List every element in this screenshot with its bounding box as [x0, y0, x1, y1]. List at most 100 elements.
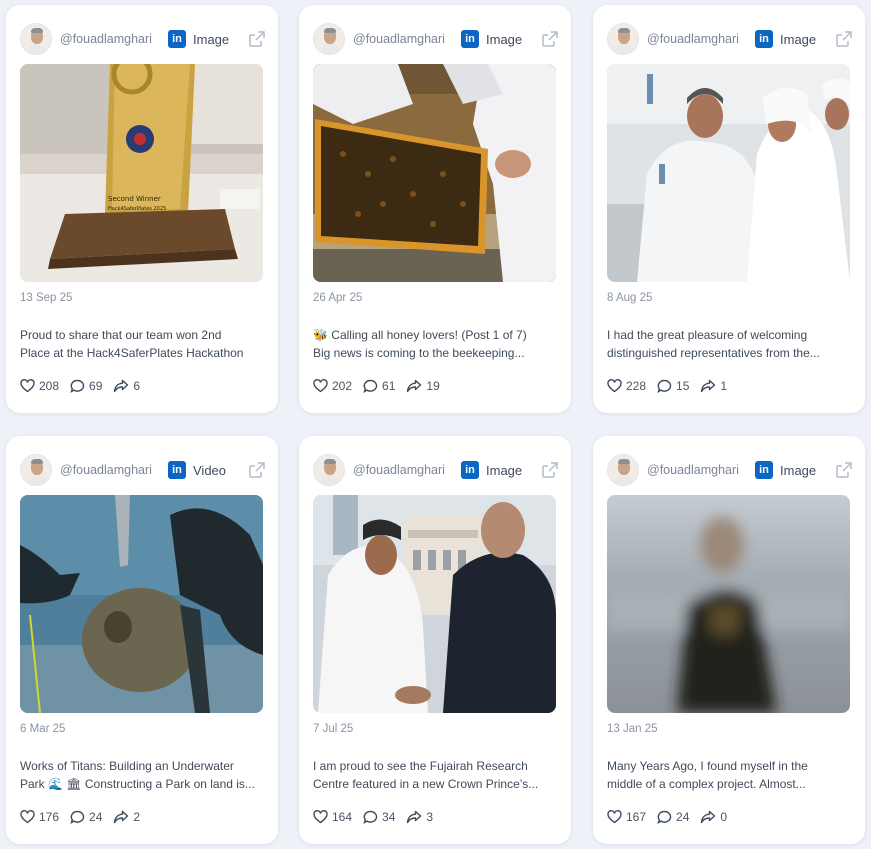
post-type-label: Video [193, 462, 227, 478]
post-card[interactable]: @fouadlamghari in Image [299, 436, 571, 844]
post-stats: 167 24 0 [607, 810, 738, 824]
comments-stat: 24 [657, 810, 689, 824]
avatar[interactable] [313, 23, 345, 55]
post-video-divers[interactable] [20, 495, 263, 713]
share-icon [701, 810, 716, 824]
post-text-line: Park 🌊 🏛 Constructing a Park on land is.… [20, 777, 255, 791]
card-header: @fouadlamghari in Image [607, 452, 853, 488]
post-image-lab[interactable] [607, 64, 850, 282]
card-header: @fouadlamghari in Image [20, 21, 266, 57]
heart-icon [313, 810, 328, 824]
post-image-beehive[interactable] [313, 64, 556, 282]
post-card[interactable]: @fouadlamghari in Image 8 Aug 25 I had t… [593, 5, 865, 413]
post-type-label: Image [486, 31, 523, 47]
shares-stat: 19 [406, 379, 440, 393]
post-type-label: Image [193, 31, 230, 47]
post-text-line: Centre featured in a new Crown Prince’s.… [313, 777, 539, 791]
likes-count: 208 [39, 379, 60, 393]
linkedin-icon: in [168, 461, 186, 479]
post-text-line: middle of a complex project. Almost... [607, 777, 806, 791]
shares-count: 19 [426, 379, 440, 393]
post-text-line: distinguished representatives from the..… [607, 346, 820, 360]
post-text[interactable]: Proud to share that our team won 2nd Pla… [20, 326, 264, 362]
post-card[interactable]: @fouadlamghari in Image Second Winner Ha… [6, 5, 278, 413]
author-handle[interactable]: @fouadlamghari [647, 463, 747, 477]
post-text[interactable]: 🐝 Calling all honey lovers! (Post 1 of 7… [313, 326, 557, 362]
linkedin-icon: in [168, 30, 186, 48]
comments-count: 61 [382, 379, 396, 393]
post-text[interactable]: I am proud to see the Fujairah Research … [313, 757, 557, 793]
comment-icon [70, 379, 85, 393]
shares-stat: 6 [113, 379, 140, 393]
post-text[interactable]: Many Years Ago, I found myself in the mi… [607, 757, 851, 793]
external-link-icon[interactable] [541, 461, 559, 479]
post-text[interactable]: I had the great pleasure of welcoming di… [607, 326, 851, 362]
comment-icon [657, 810, 672, 824]
author-handle[interactable]: @fouadlamghari [353, 463, 453, 477]
comment-icon [363, 379, 378, 393]
likes-stat: 164 [313, 810, 352, 824]
post-text-line: I had the great pleasure of welcoming [607, 328, 808, 342]
post-text-line: Works of Titans: Building an Underwater [20, 759, 234, 773]
heart-icon [607, 379, 622, 393]
likes-stat: 228 [607, 379, 646, 393]
post-image-handshake[interactable] [313, 495, 556, 713]
linkedin-icon: in [755, 30, 773, 48]
avatar[interactable] [20, 23, 52, 55]
external-link-icon[interactable] [248, 461, 266, 479]
post-text-line: Big news is coming to the beekeeping... [313, 346, 525, 360]
heart-icon [607, 810, 622, 824]
external-link-icon[interactable] [835, 461, 853, 479]
post-image-blurred[interactable] [607, 495, 850, 713]
post-card[interactable]: @fouadlamghari in Image [593, 436, 865, 844]
post-card[interactable]: @fouadlamghari in Video 6 Mar 25 Works o… [6, 436, 278, 844]
comments-stat: 15 [657, 379, 689, 393]
external-link-icon[interactable] [248, 30, 266, 48]
heart-icon [20, 379, 35, 393]
post-text-line: I am proud to see the Fujairah Research [313, 759, 528, 773]
trophy-inscription-title: Second Winner [108, 195, 161, 203]
share-icon [114, 810, 129, 824]
author-handle[interactable]: @fouadlamghari [60, 463, 160, 477]
comments-stat: 24 [70, 810, 102, 824]
external-link-icon[interactable] [835, 30, 853, 48]
share-icon [114, 379, 129, 393]
shares-stat: 2 [113, 810, 140, 824]
shares-count: 2 [133, 810, 141, 824]
shares-count: 0 [720, 810, 728, 824]
post-date: 13 Sep 25 [20, 292, 73, 304]
external-link-icon[interactable] [541, 30, 559, 48]
comments-count: 24 [89, 810, 103, 824]
linkedin-icon: in [461, 461, 479, 479]
linkedin-icon: in [461, 30, 479, 48]
author-handle[interactable]: @fouadlamghari [647, 32, 747, 46]
likes-stat: 202 [313, 379, 352, 393]
post-date: 7 Jul 25 [313, 723, 354, 735]
post-image-trophy[interactable]: Second Winner Hack4SaferPlates 2025 [20, 64, 263, 282]
post-type-label: Image [780, 31, 817, 47]
card-header: @fouadlamghari in Image [313, 21, 559, 57]
comments-stat: 61 [363, 379, 395, 393]
comments-count: 69 [89, 379, 103, 393]
avatar[interactable] [313, 454, 345, 486]
author-handle[interactable]: @fouadlamghari [60, 32, 160, 46]
post-type-label: Image [486, 462, 523, 478]
share-icon [407, 810, 422, 824]
avatar[interactable] [607, 454, 639, 486]
shares-stat: 1 [700, 379, 727, 393]
avatar[interactable] [20, 454, 52, 486]
post-date: 6 Mar 25 [20, 723, 66, 735]
post-stats: 202 61 19 [313, 379, 451, 393]
likes-stat: 208 [20, 379, 59, 393]
trophy-inscription-event: Hack4SaferPlates 2025 [108, 206, 166, 212]
post-text-line: Many Years Ago, I found myself in the [607, 759, 808, 773]
author-handle[interactable]: @fouadlamghari [353, 32, 453, 46]
post-text[interactable]: Works of Titans: Building an Underwater … [20, 757, 264, 793]
comments-count: 24 [676, 810, 690, 824]
avatar[interactable] [607, 23, 639, 55]
post-card[interactable]: @fouadlamghari in Image [299, 5, 571, 413]
likes-count: 176 [39, 810, 60, 824]
post-type-label: Image [780, 462, 817, 478]
comments-count: 34 [382, 810, 396, 824]
post-date: 8 Aug 25 [607, 292, 653, 304]
